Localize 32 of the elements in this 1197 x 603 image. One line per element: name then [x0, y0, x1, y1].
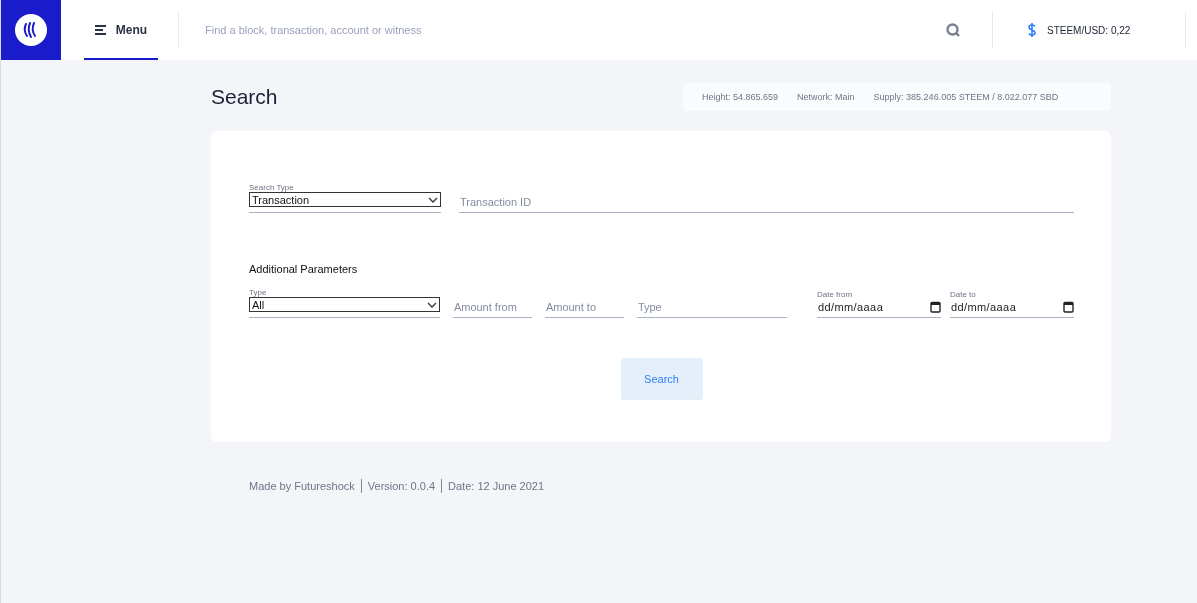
menu-icon	[94, 24, 107, 35]
footer-text: Date: 12 June 2021	[448, 480, 545, 492]
logo-icon	[14, 14, 47, 46]
search-field[interactable]: Find a block, transaction, account or witness	[203, 23, 937, 37]
stat-text: Supply: 385.246.005 STEEM / 8.022.077 SBD	[873, 92, 1059, 102]
dollar-icon	[1028, 23, 1036, 37]
calendar-icon[interactable]	[1063, 300, 1074, 313]
amount-from-field[interactable]: Amount from	[452, 296, 532, 318]
date-field[interactable]: dd/mm/aaaa	[817, 299, 941, 314]
stat-text: Network: Main	[797, 92, 855, 102]
search-type-select[interactable]: Transaction	[249, 192, 441, 207]
field-label: Type	[249, 289, 268, 297]
search-icon[interactable]	[946, 23, 960, 37]
page-title: Search	[211, 85, 278, 109]
transaction-id-field[interactable]: Transaction ID	[459, 191, 1074, 213]
menu-button[interactable]: Menu	[84, 0, 158, 60]
price-text: STEEM/USD: 0,22	[1047, 24, 1131, 36]
logo-tile[interactable]	[1, 0, 61, 60]
footer-text: Version: 0.0.4	[367, 480, 436, 492]
field-label: Date from	[817, 291, 854, 299]
chevron-icon	[426, 301, 437, 308]
stat-text: Height: 54.865.659	[702, 92, 779, 102]
type-field[interactable]: Type	[636, 296, 787, 318]
chevron-icon	[428, 196, 438, 203]
amount-to-field[interactable]: Amount to	[544, 296, 624, 318]
calendar-icon[interactable]	[930, 300, 941, 313]
field-label: Date to	[950, 291, 977, 299]
type-select[interactable]: All	[249, 297, 440, 312]
field-label: Search Type	[249, 184, 295, 192]
date-field[interactable]: dd/mm/aaaa	[950, 299, 1074, 314]
section-title: Additional Parameters	[249, 263, 359, 275]
footer-text: Made by Futureshock	[249, 480, 355, 492]
